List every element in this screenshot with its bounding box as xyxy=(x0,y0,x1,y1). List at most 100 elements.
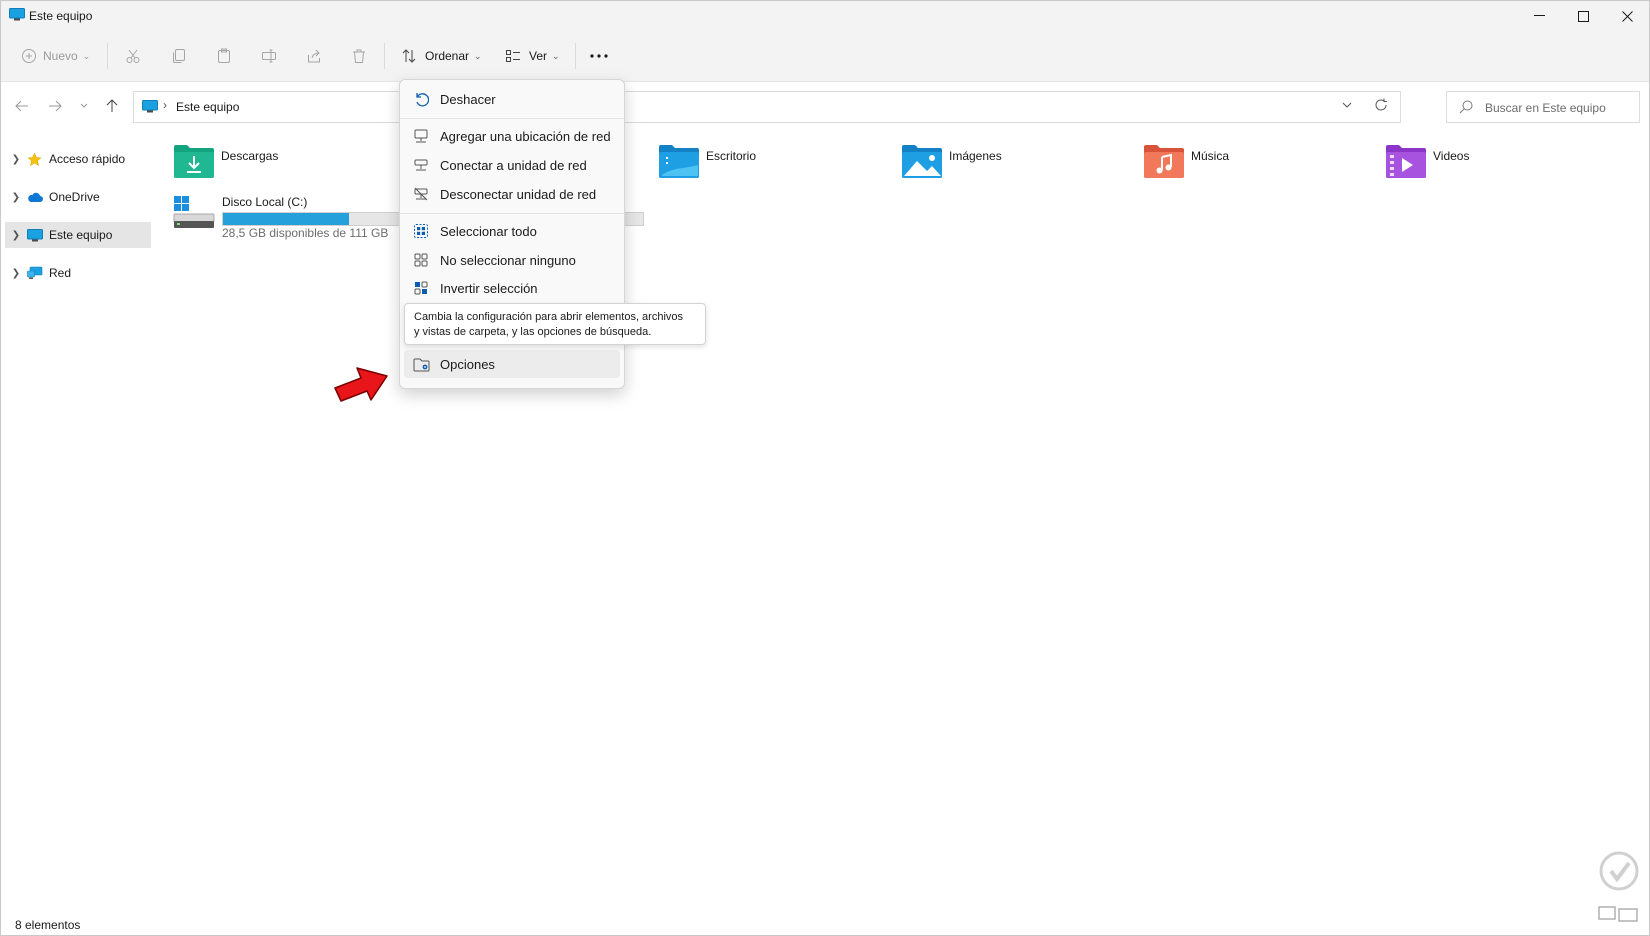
forward-button[interactable] xyxy=(44,95,66,117)
menu-item-label: Opciones xyxy=(440,356,495,372)
chevron-down-icon: ⌄ xyxy=(474,50,482,61)
rename-icon xyxy=(262,49,276,63)
address-bar[interactable]: › Este equipo xyxy=(133,91,1401,123)
menu-item-label: Deshacer xyxy=(440,91,496,107)
expand-chevron-icon[interactable]: ❯ xyxy=(5,192,27,203)
menu-separator xyxy=(400,118,624,119)
drive-name: Disco Local (C:) xyxy=(222,195,308,209)
menu-item-select-none[interactable]: No seleccionar ninguno xyxy=(404,246,620,274)
back-button[interactable] xyxy=(11,95,33,117)
maximize-icon xyxy=(1577,10,1589,22)
folder-options-icon xyxy=(413,358,429,371)
menu-item-map-network-drive[interactable]: Conectar a unidad de red xyxy=(404,151,620,179)
tooltip-line: Cambia la configuración para abrir eleme… xyxy=(414,311,684,323)
menu-item-label: Conectar a unidad de red xyxy=(440,157,587,173)
folder-name: Escritorio xyxy=(706,149,757,163)
computer-icon xyxy=(27,228,43,241)
sidebar-item-label: Este equipo xyxy=(49,228,113,242)
cloud-icon xyxy=(28,192,43,202)
sort-button[interactable]: Ordenar ⌄ xyxy=(401,41,482,71)
menu-separator xyxy=(400,213,624,214)
up-button[interactable] xyxy=(101,95,123,117)
minimize-icon xyxy=(1533,15,1545,16)
search-placeholder: Buscar en Este equipo xyxy=(1485,101,1606,115)
folder-name: Videos xyxy=(1433,149,1470,163)
menu-item-invert-selection[interactable]: Invertir selección xyxy=(404,275,620,295)
music-folder-icon xyxy=(1144,145,1184,178)
select-all-icon xyxy=(414,224,428,238)
folder-item-downloads[interactable]: Descargas xyxy=(173,143,278,183)
folder-item-videos[interactable]: Videos xyxy=(1385,143,1469,183)
see-more-button[interactable] xyxy=(589,41,609,71)
recent-locations-button[interactable] xyxy=(73,95,95,117)
expand-chevron-icon[interactable]: ❯ xyxy=(5,268,27,279)
folder-item-pictures[interactable]: Imágenes xyxy=(901,143,1002,183)
share-icon xyxy=(308,49,320,63)
watermark-logo-icon xyxy=(1598,851,1639,922)
expand-chevron-icon[interactable]: ❯ xyxy=(5,154,27,165)
refresh-icon[interactable] xyxy=(1374,98,1388,112)
menu-item-label: Invertir selección xyxy=(440,281,538,295)
tooltip-line: y vistas de carpeta, y las opciones de b… xyxy=(414,326,652,338)
copy-icon xyxy=(173,49,185,63)
arrow-left-icon xyxy=(15,100,28,112)
arrow-right-icon xyxy=(49,100,62,112)
folder-item-desktop[interactable]: Escritorio xyxy=(658,143,756,183)
menu-item-disconnect-network-drive[interactable]: Desconectar unidad de red xyxy=(404,180,620,208)
star-icon xyxy=(27,151,42,166)
plus-circle-icon xyxy=(22,49,36,63)
options-tooltip: Cambia la configuración para abrir eleme… xyxy=(404,303,706,345)
arrow-up-icon xyxy=(106,99,118,112)
folder-item-music[interactable]: Música xyxy=(1143,143,1229,183)
delete-button[interactable] xyxy=(351,41,367,71)
menu-item-add-network-location[interactable]: Agregar una ubicación de red xyxy=(404,122,620,150)
drive-free-space: 28,5 GB disponibles de 111 GB xyxy=(222,226,389,240)
paste-button[interactable] xyxy=(216,41,232,71)
menu-item-undo[interactable]: Deshacer xyxy=(404,85,620,113)
close-button[interactable] xyxy=(1605,1,1649,31)
sort-icon xyxy=(402,49,416,63)
status-item-count: 8 elementos xyxy=(15,918,81,932)
copy-button[interactable] xyxy=(171,41,187,71)
file-explorer-window: Este equipo Nuevo ⌄ Ordenar ⌄ Ver ⌄ › Es… xyxy=(0,0,1650,936)
menu-item-label: Agregar una ubicación de red xyxy=(440,128,611,144)
cut-button[interactable] xyxy=(125,41,141,71)
drive-usage-fill xyxy=(223,213,349,225)
breadcrumb-separator-icon: › xyxy=(163,98,167,112)
hard-drive-icon xyxy=(173,196,215,228)
sidebar-item-network[interactable]: ❯ Red xyxy=(5,260,151,286)
folder-name: Descargas xyxy=(221,149,279,163)
share-button[interactable] xyxy=(306,41,322,71)
expand-chevron-icon[interactable]: ❯ xyxy=(5,230,27,241)
minimize-button[interactable] xyxy=(1517,1,1561,31)
sort-label: Ordenar xyxy=(425,49,470,63)
title-bar: Este equipo xyxy=(1,1,1649,31)
rename-button[interactable] xyxy=(261,41,277,71)
sidebar-item-onedrive[interactable]: ❯ OneDrive xyxy=(5,184,151,210)
pictures-folder-icon xyxy=(902,145,942,178)
select-none-icon xyxy=(414,253,428,267)
disconnect-drive-icon xyxy=(414,187,428,201)
red-pointer-arrow-icon xyxy=(334,367,388,402)
network-icon xyxy=(27,266,43,279)
sidebar-item-quick-access[interactable]: ❯ Acceso rápido xyxy=(5,146,151,172)
network-location-icon xyxy=(414,129,428,143)
invert-selection-icon xyxy=(414,281,428,295)
menu-item-select-all[interactable]: Seleccionar todo xyxy=(404,217,620,245)
new-button[interactable]: Nuevo ⌄ xyxy=(21,41,90,71)
undo-icon xyxy=(416,93,429,107)
maximize-button[interactable] xyxy=(1561,1,1605,31)
search-box[interactable]: Buscar en Este equipo xyxy=(1446,91,1640,123)
chevron-down-icon: ⌄ xyxy=(82,50,91,61)
paste-icon xyxy=(218,48,230,63)
chevron-down-icon[interactable] xyxy=(1342,99,1352,111)
menu-item-label: Desconectar unidad de red xyxy=(440,186,597,202)
toolbar-divider xyxy=(575,43,576,69)
window-title: Este equipo xyxy=(29,9,93,23)
sidebar-item-this-pc[interactable]: ❯ Este equipo xyxy=(5,222,151,248)
sidebar-item-label: Red xyxy=(49,266,72,280)
menu-item-options[interactable]: Opciones xyxy=(404,350,620,378)
map-drive-icon xyxy=(414,159,428,171)
breadcrumb-item[interactable]: Este equipo xyxy=(176,100,239,114)
view-button[interactable]: Ver ⌄ xyxy=(505,41,560,71)
